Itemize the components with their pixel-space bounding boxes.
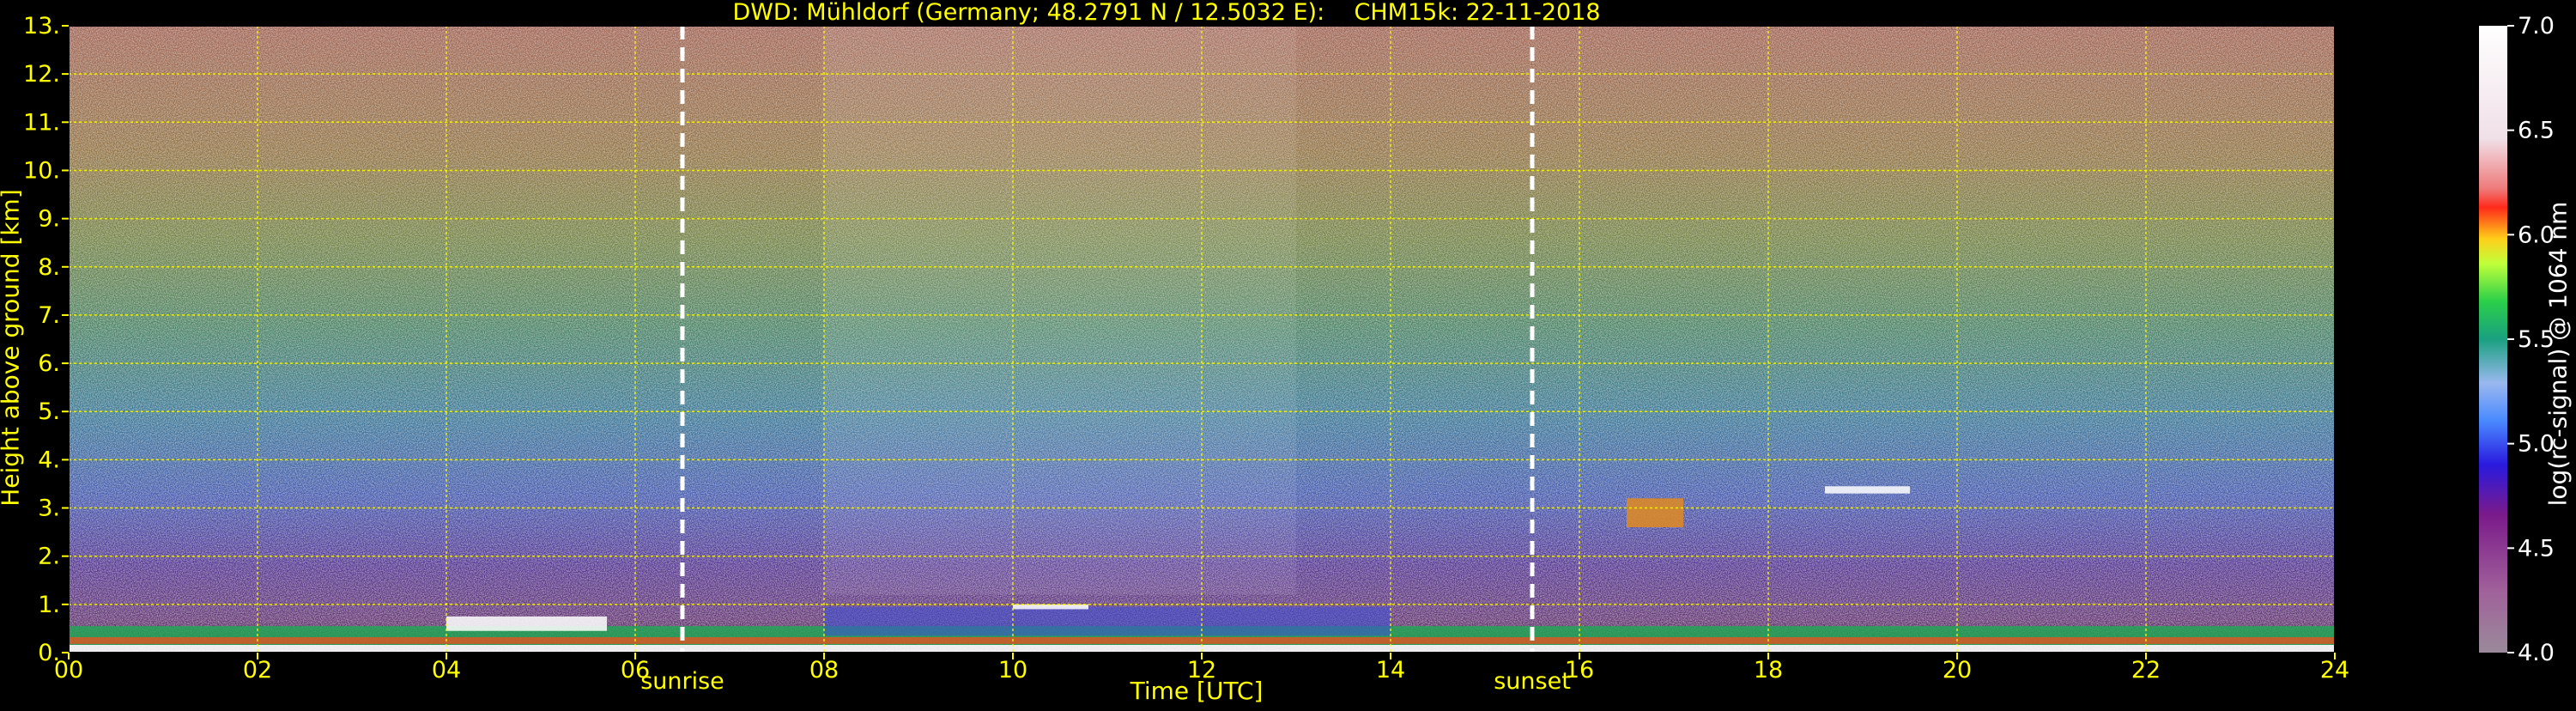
x-tick-label: 08 (809, 657, 839, 684)
x-tick-label: 02 (243, 657, 272, 684)
x-tick-label: 06 (621, 657, 650, 684)
y-tick-label: 8. (38, 254, 60, 281)
cloud-patch (1825, 486, 1910, 494)
y-tick-label: 1. (38, 592, 60, 618)
sunset-label: sunset (1494, 668, 1571, 695)
x-tick-label: 18 (1754, 657, 1783, 684)
colorbar-tick-label: 6.5 (2518, 118, 2555, 144)
cloud-patch (1627, 498, 1683, 527)
y-tick-label: 2. (38, 544, 60, 570)
plot-svg: sunrise sunset 00 02 04 06 08 10 12 14 16 18 20 22 24… (23, 13, 2555, 695)
cloud-patch (1013, 604, 1088, 610)
x-tick-label: 14 (1376, 657, 1405, 684)
x-tick-label: 20 (1943, 657, 1972, 684)
colorbar-label: log(rc-signal) @ 1064 nm (2543, 201, 2573, 507)
x-axis-label: Time [UTC] (1130, 677, 1264, 705)
colorbar-tick-label: 7.0 (2518, 13, 2555, 40)
y-tick-label: 6. (38, 350, 60, 377)
midday-layer (824, 606, 1391, 636)
colorbar-tick-label: 4.5 (2518, 535, 2555, 562)
y-tick-label: 12. (23, 61, 60, 88)
sunrise-label: sunrise (640, 668, 724, 695)
y-tick-label: 11. (23, 109, 60, 136)
y-tick-label: 10. (23, 157, 60, 184)
y-tick-label: 7. (38, 302, 60, 329)
x-tick-label: 04 (432, 657, 461, 684)
y-tick-label: 3. (38, 495, 60, 522)
y-tick-label: 5. (38, 398, 60, 425)
y-tick-label: 4. (38, 447, 60, 473)
x-tick-label: 16 (1565, 657, 1594, 684)
daytime-noise-band (824, 26, 1296, 595)
chart-title: DWD: Mühldorf (Germany; 48.2791 N / 12.5… (732, 0, 1601, 26)
colorbar-tick-label: 4.0 (2518, 640, 2555, 666)
chart-area: sunrise sunset 00 02 04 06 08 10 12 14 16 18 20 22 24… (0, 0, 2576, 708)
colorbar (2479, 26, 2507, 653)
y-tick-label: 9. (38, 206, 60, 233)
morning-aerosol-layer (446, 616, 607, 631)
x-tick-label: 10 (998, 657, 1027, 684)
x-tick-label: 24 (2320, 657, 2349, 684)
y-tick-label: 0. (38, 640, 60, 666)
y-axis-label: Height above ground [km] (0, 189, 25, 507)
x-tick-label: 22 (2131, 657, 2161, 684)
